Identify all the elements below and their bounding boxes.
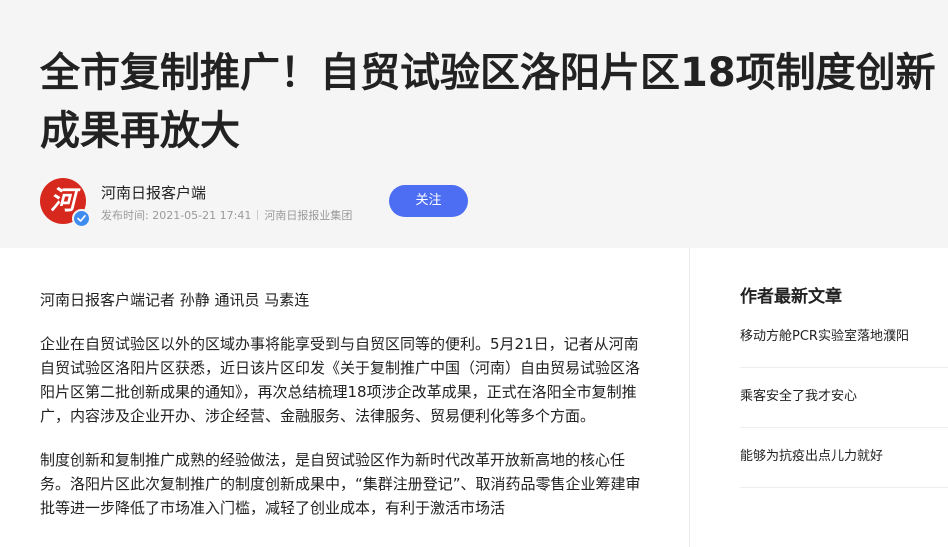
article-body: 河南日报客户端记者 孙静 通讯员 马素连 企业在自贸试验区以外的区域办事将能享受… xyxy=(40,288,650,540)
article-byline: 河南日报客户端记者 孙静 通讯员 马素连 xyxy=(40,291,310,309)
author-name[interactable]: 河南日报客户端 xyxy=(101,182,206,203)
sidebar-divider xyxy=(740,487,948,488)
article-paragraph-1: 企业在自贸试验区以外的区域办事将能享受到与自贸区同等的便利。5月21日，记者从河… xyxy=(40,335,641,425)
article-title-line-1: 全市复制推广！自贸试验区洛阳片区18项制度创新 xyxy=(40,50,936,96)
latest-article-link[interactable]: 乘客安全了我才安心 xyxy=(740,387,948,407)
article-meta: 发布时间: 2021-05-21 17:41 河南日报报业集团 xyxy=(101,207,352,223)
article-source: 河南日报报业集团 xyxy=(264,209,353,222)
follow-button[interactable]: 关注 xyxy=(389,185,468,217)
publish-time: 发布时间: 2021-05-21 17:41 xyxy=(101,209,252,222)
latest-article-link[interactable]: 能够为抗疫出点儿力就好 xyxy=(740,447,948,467)
sidebar-divider xyxy=(740,367,948,368)
author-latest-articles: 作者最新文章 移动方舱PCR实验室落地濮阳 乘客安全了我才安心 能够为抗疫出点儿… xyxy=(740,284,948,488)
article-paragraph-2: 制度创新和复制推广成熟的经验做法，是自贸试验区作为新时代改革开放新高地的核心任务… xyxy=(40,451,641,517)
article-page: 全市复制推广！自贸试验区洛阳片区18项制度创新 成果再放大 河 河南日报客户端 … xyxy=(0,0,948,547)
sidebar-divider xyxy=(740,427,948,428)
article-title-line-2: 成果再放大 xyxy=(40,108,240,154)
article-title: 全市复制推广！自贸试验区洛阳片区18项制度创新 成果再放大 xyxy=(40,44,948,160)
author-avatar[interactable]: 河 xyxy=(40,178,91,228)
latest-article-link[interactable]: 移动方舱PCR实验室落地濮阳 xyxy=(740,327,948,347)
article-header: 全市复制推广！自贸试验区洛阳片区18项制度创新 成果再放大 河 河南日报客户端 … xyxy=(0,0,948,248)
verified-icon xyxy=(72,209,91,228)
sidebar-title: 作者最新文章 xyxy=(740,287,842,307)
meta-divider xyxy=(257,210,259,220)
content-divider xyxy=(689,248,690,547)
